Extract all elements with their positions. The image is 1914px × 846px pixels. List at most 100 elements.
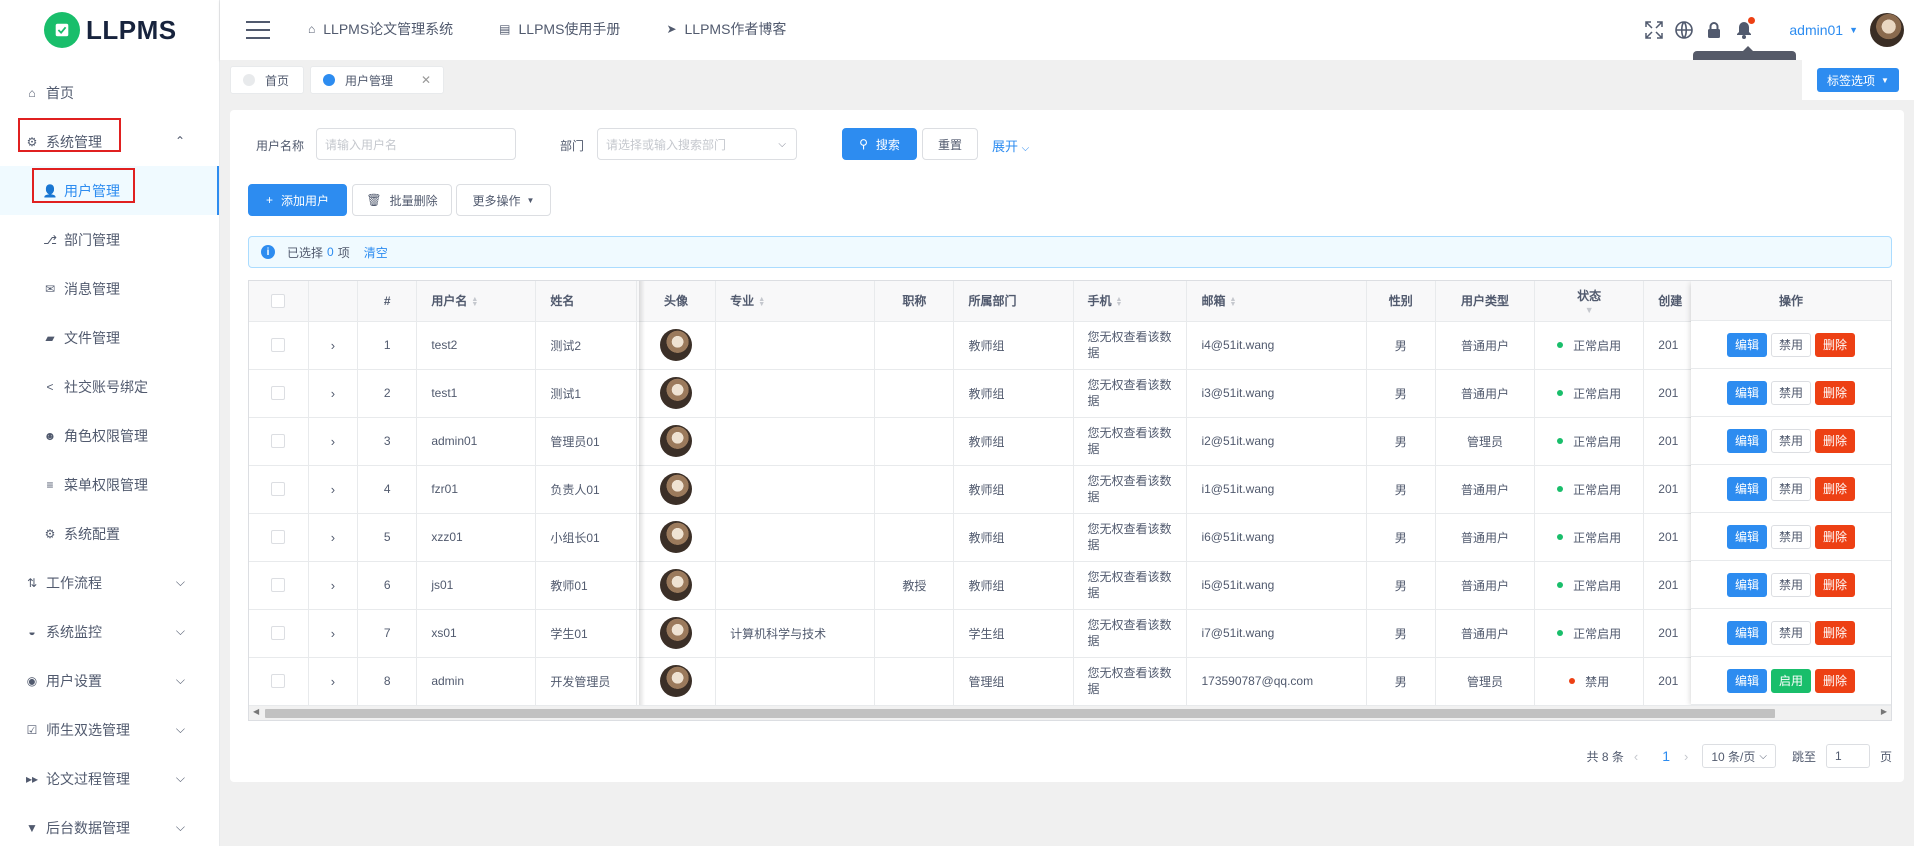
jump-input[interactable]: 1 [1825, 744, 1870, 768]
disable-button[interactable]: 禁用 [1770, 380, 1811, 405]
reset-button[interactable]: 重置 [922, 128, 978, 160]
row-checkbox[interactable] [271, 482, 286, 497]
logo[interactable]: LLPMS [0, 0, 219, 60]
edit-button[interactable]: 编辑 [1726, 380, 1767, 405]
sidebar-item-10[interactable]: ⇅ 工作流程 ⌵ [0, 558, 219, 607]
tag-home[interactable]: 首页 [230, 66, 304, 94]
row-expand-cell[interactable]: › [308, 321, 359, 370]
select-all-header[interactable] [249, 281, 309, 322]
row-checkbox[interactable] [271, 386, 286, 401]
edit-button[interactable]: 编辑 [1726, 620, 1767, 645]
disable-button[interactable]: 禁用 [1770, 428, 1811, 453]
edit-button[interactable]: 编辑 [1726, 332, 1767, 357]
delete-button[interactable]: 删除 [1815, 572, 1856, 597]
disable-button[interactable]: 禁用 [1770, 476, 1811, 501]
disable-button[interactable]: 禁用 [1770, 524, 1811, 549]
row-select-cell[interactable] [249, 321, 309, 370]
sidebar-item-9[interactable]: ⚙ 系统配置 [0, 509, 219, 558]
chevron-right-icon[interactable]: › [331, 530, 335, 545]
scrollbar-thumb[interactable] [265, 709, 1775, 718]
caret-down-icon[interactable]: ▼ [1849, 25, 1858, 35]
disable-button[interactable]: 禁用 [1770, 332, 1811, 357]
row-expand-cell[interactable]: › [308, 657, 359, 706]
delete-button[interactable]: 删除 [1815, 380, 1856, 405]
hamburger-icon[interactable] [246, 21, 270, 39]
enable-button[interactable]: 启用 [1770, 668, 1811, 693]
sort-icon[interactable]: ▲ ▼ [758, 296, 765, 308]
prev-page-icon[interactable]: ‹ [1634, 749, 1638, 764]
tag-user-management[interactable]: 用户管理 ✕ [310, 66, 445, 94]
row-select-cell[interactable] [249, 417, 309, 466]
row-checkbox[interactable] [271, 674, 286, 689]
chevron-right-icon[interactable]: › [331, 674, 335, 689]
fullscreen-icon[interactable] [1643, 19, 1665, 41]
delete-button[interactable]: 删除 [1815, 620, 1856, 645]
disable-button[interactable]: 禁用 [1770, 572, 1811, 597]
search-button[interactable]: ⚲ 搜索 [842, 128, 917, 160]
row-checkbox[interactable] [271, 578, 286, 593]
phone-header[interactable]: 手机 ▲ ▼ [1073, 281, 1188, 322]
row-checkbox[interactable] [271, 530, 286, 545]
sort-icon[interactable]: ▲ ▼ [1116, 296, 1123, 308]
delete-button[interactable]: 删除 [1815, 668, 1856, 693]
globe-icon[interactable] [1673, 19, 1695, 41]
row-expand-cell[interactable]: › [308, 513, 359, 562]
sidebar-item-0[interactable]: ⌂ 首页 [0, 68, 219, 117]
sidebar-item-12[interactable]: ◉ 用户设置 ⌵ [0, 656, 219, 705]
sidebar-item-15[interactable]: ▼ 后台数据管理 ⌵ [0, 803, 219, 846]
row-checkbox[interactable] [271, 626, 286, 641]
sidebar-item-3[interactable]: ⎇ 部门管理 [0, 215, 219, 264]
row-select-cell[interactable] [249, 609, 309, 658]
row-select-cell[interactable] [249, 465, 309, 514]
edit-button[interactable]: 编辑 [1726, 428, 1767, 453]
clear-selection-link[interactable]: 清空 [364, 244, 388, 261]
row-select-cell[interactable] [249, 513, 309, 562]
row-expand-cell[interactable]: › [308, 465, 359, 514]
edit-button[interactable]: 编辑 [1726, 572, 1767, 597]
row-expand-cell[interactable]: › [308, 417, 359, 466]
chevron-right-icon[interactable]: › [331, 338, 335, 353]
sidebar-item-5[interactable]: ▰ 文件管理 [0, 313, 219, 362]
chevron-right-icon[interactable]: › [331, 482, 335, 497]
delete-button[interactable]: 删除 [1815, 524, 1856, 549]
topnav-item-1[interactable]: ▤ LLPMS使用手册 [499, 0, 620, 58]
close-icon[interactable]: ✕ [421, 73, 431, 87]
row-expand-cell[interactable]: › [308, 609, 359, 658]
sort-icon[interactable]: ▲ ▼ [471, 296, 478, 308]
major-header[interactable]: 专业 ▲ ▼ [715, 281, 876, 322]
more-ops-button[interactable]: 更多操作 ▼ [456, 184, 551, 216]
username-input[interactable]: 请输入用户名 [316, 128, 516, 160]
user-name-dropdown[interactable]: admin01 [1789, 22, 1843, 38]
next-page-icon[interactable]: › [1684, 749, 1688, 764]
tag-options-button[interactable]: 标签选项 ▼ [1817, 68, 1899, 92]
sidebar-item-7[interactable]: ☻ 角色权限管理 [0, 411, 219, 460]
horizontal-scrollbar[interactable]: ◀ ▶ [249, 705, 1891, 720]
sidebar-item-4[interactable]: ✉ 消息管理 [0, 264, 219, 313]
lock-icon[interactable] [1703, 19, 1725, 41]
scroll-right-icon[interactable]: ▶ [1881, 707, 1887, 716]
username-header[interactable]: 用户名 ▲ ▼ [416, 281, 537, 322]
row-expand-cell[interactable]: › [308, 561, 359, 610]
row-expand-cell[interactable]: › [308, 369, 359, 418]
sidebar-item-8[interactable]: ≡ 菜单权限管理 [0, 460, 219, 509]
chevron-right-icon[interactable]: › [331, 386, 335, 401]
row-select-cell[interactable] [249, 657, 309, 706]
page-size-select[interactable]: 10 条/页 ⌵ [1702, 744, 1776, 768]
edit-button[interactable]: 编辑 [1726, 668, 1767, 693]
dept-select[interactable]: 请选择或输入搜索部门 ⌵ [597, 128, 797, 160]
scroll-left-icon[interactable]: ◀ [253, 707, 259, 716]
select-all-checkbox[interactable] [271, 294, 286, 309]
user-avatar[interactable] [1870, 13, 1904, 47]
add-user-button[interactable]: + 添加用户 [248, 184, 347, 216]
expand-link[interactable]: 展开 ⌵ [992, 136, 1029, 155]
sidebar-item-6[interactable]: < 社交账号绑定 [0, 362, 219, 411]
chevron-right-icon[interactable]: › [331, 626, 335, 641]
disable-button[interactable]: 禁用 [1770, 620, 1811, 645]
chevron-right-icon[interactable]: › [331, 578, 335, 593]
edit-button[interactable]: 编辑 [1726, 524, 1767, 549]
topnav-item-2[interactable]: ➤ LLPMS作者博客 [666, 0, 786, 58]
status-header[interactable]: 状态 ▼ [1534, 281, 1645, 322]
sidebar-item-1[interactable]: ⚙ 系统管理 ⌃ [0, 117, 219, 166]
email-header[interactable]: 邮箱 ▲ ▼ [1186, 281, 1367, 322]
edit-button[interactable]: 编辑 [1726, 476, 1767, 501]
